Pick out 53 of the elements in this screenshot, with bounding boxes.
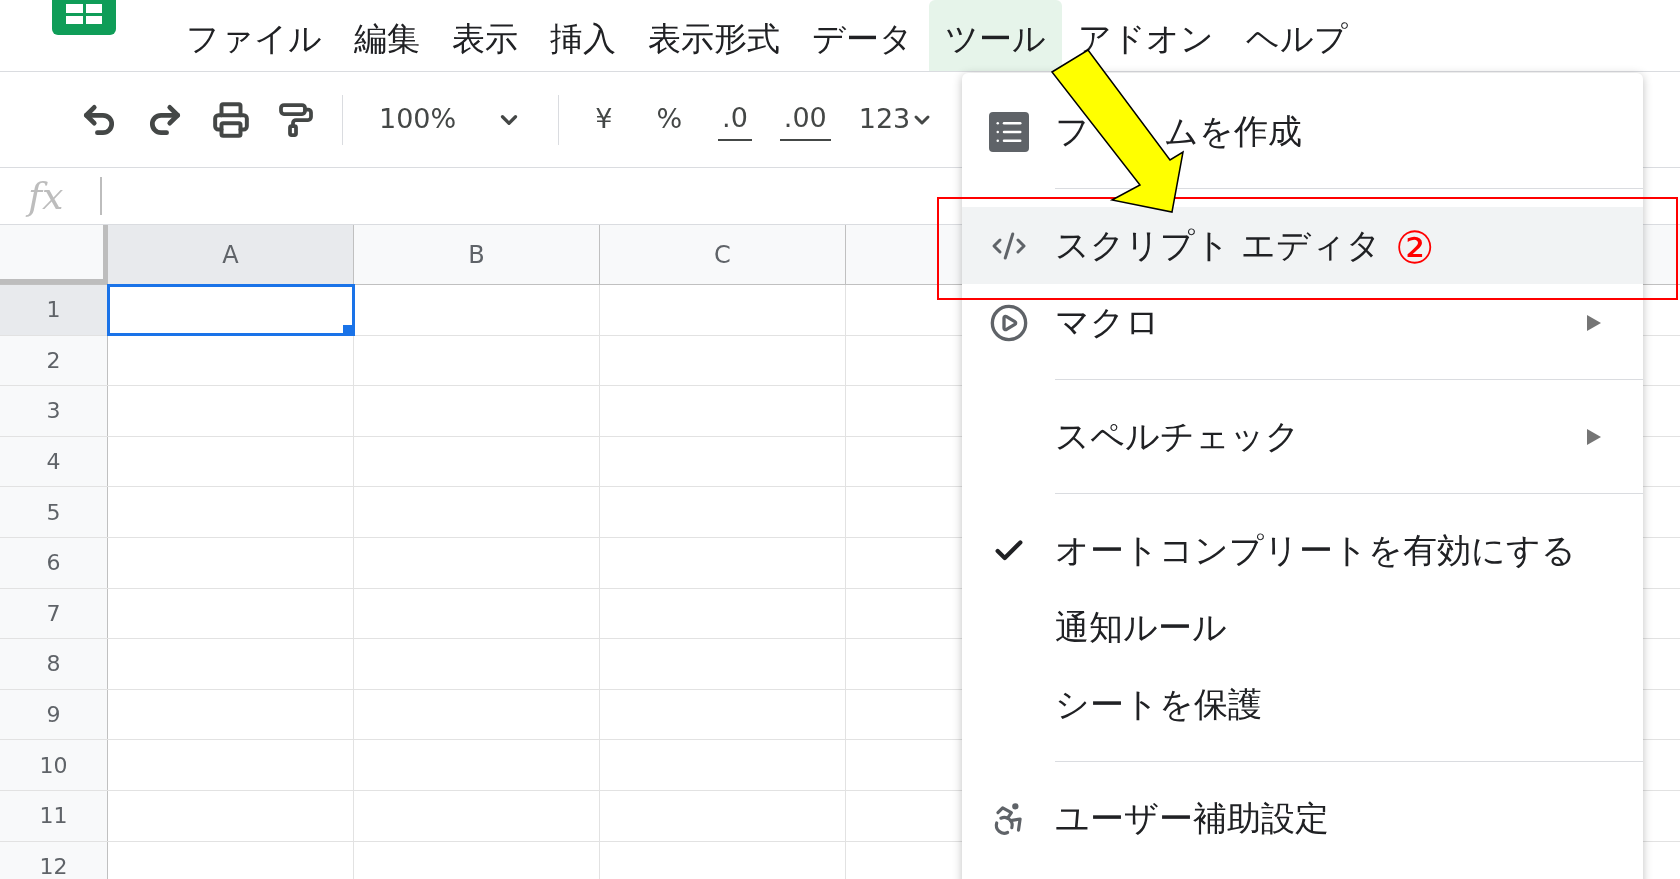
menu-option[interactable]: オートコンプリートを有効にする (962, 512, 1643, 589)
menu-item[interactable]: アドオン (1062, 0, 1230, 71)
sheets-logo-icon[interactable] (52, 0, 116, 35)
number-format-dropdown[interactable]: 123 (858, 99, 935, 140)
row-header[interactable]: 9 (0, 689, 108, 740)
menu-item[interactable]: データ (796, 0, 929, 71)
row-header[interactable]: 11 (0, 790, 108, 841)
menu-option-label: ムを作成 (1164, 110, 1302, 153)
row-header[interactable]: 6 (0, 537, 108, 588)
row-header[interactable]: 5 (0, 487, 108, 537)
menu-option[interactable]: シートを保護 (962, 666, 1643, 743)
menu-option[interactable]: スペルチェック (962, 398, 1643, 475)
fill-handle[interactable] (343, 324, 353, 335)
menu-option[interactable]: マクロ (962, 284, 1643, 361)
menu-item[interactable]: ファイル (170, 0, 338, 71)
form-icon (988, 111, 1029, 152)
row-header[interactable]: 8 (0, 639, 108, 689)
column-header[interactable]: A (108, 225, 354, 284)
menu-option[interactable]: フ ムを作成 (962, 93, 1643, 170)
paint-format-icon[interactable] (278, 101, 314, 138)
menu-option-label: フ (1055, 110, 1090, 153)
row-header[interactable]: 7 (0, 588, 108, 639)
menu-item[interactable]: 編集 (338, 0, 436, 71)
menu-item[interactable]: ヘルプ (1230, 0, 1364, 71)
menu-option-label: マクロ (1055, 301, 1160, 344)
menu-option-label: スクリプト エディタ (1055, 224, 1381, 267)
menu-item[interactable]: 挿入 (534, 0, 632, 71)
row-header[interactable]: 1 (0, 285, 108, 335)
percent-button[interactable]: % (648, 99, 691, 140)
menu-item[interactable]: 表示形式 (632, 0, 796, 71)
decrease-decimals-button[interactable]: .0 (718, 98, 752, 141)
row-header[interactable]: 12 (0, 841, 108, 879)
menu-option-label: ユーザー補助設定 (1055, 797, 1329, 840)
menu-option-label: シートを保護 (1055, 683, 1262, 726)
increase-decimals-button[interactable]: .00 (779, 98, 831, 141)
row-header[interactable]: 4 (0, 436, 108, 487)
menu-option[interactable]: 通知ルール (962, 589, 1643, 666)
print-icon[interactable] (212, 100, 250, 139)
row-header[interactable]: 2 (0, 335, 108, 386)
step-number: ② (1395, 226, 1435, 270)
menu-option-label: スペルチェック (1055, 415, 1300, 458)
formula-label: fx (0, 167, 100, 225)
table-cell[interactable] (108, 285, 354, 335)
zoom-dropdown[interactable]: 100% (371, 99, 531, 140)
menu-option-label: オートコンプリートを有効にする (1055, 529, 1576, 572)
row-header[interactable]: 3 (0, 386, 108, 436)
menu-option-label: 通知ルール (1055, 606, 1227, 649)
menu-option[interactable]: ユーザー補助設定 (962, 780, 1643, 857)
currency-button[interactable]: ¥ (587, 99, 621, 140)
play-icon (988, 302, 1029, 343)
row-header[interactable]: 10 (0, 740, 108, 790)
menu-item[interactable]: 表示 (436, 0, 534, 71)
menu-item[interactable]: ツール (929, 0, 1062, 71)
